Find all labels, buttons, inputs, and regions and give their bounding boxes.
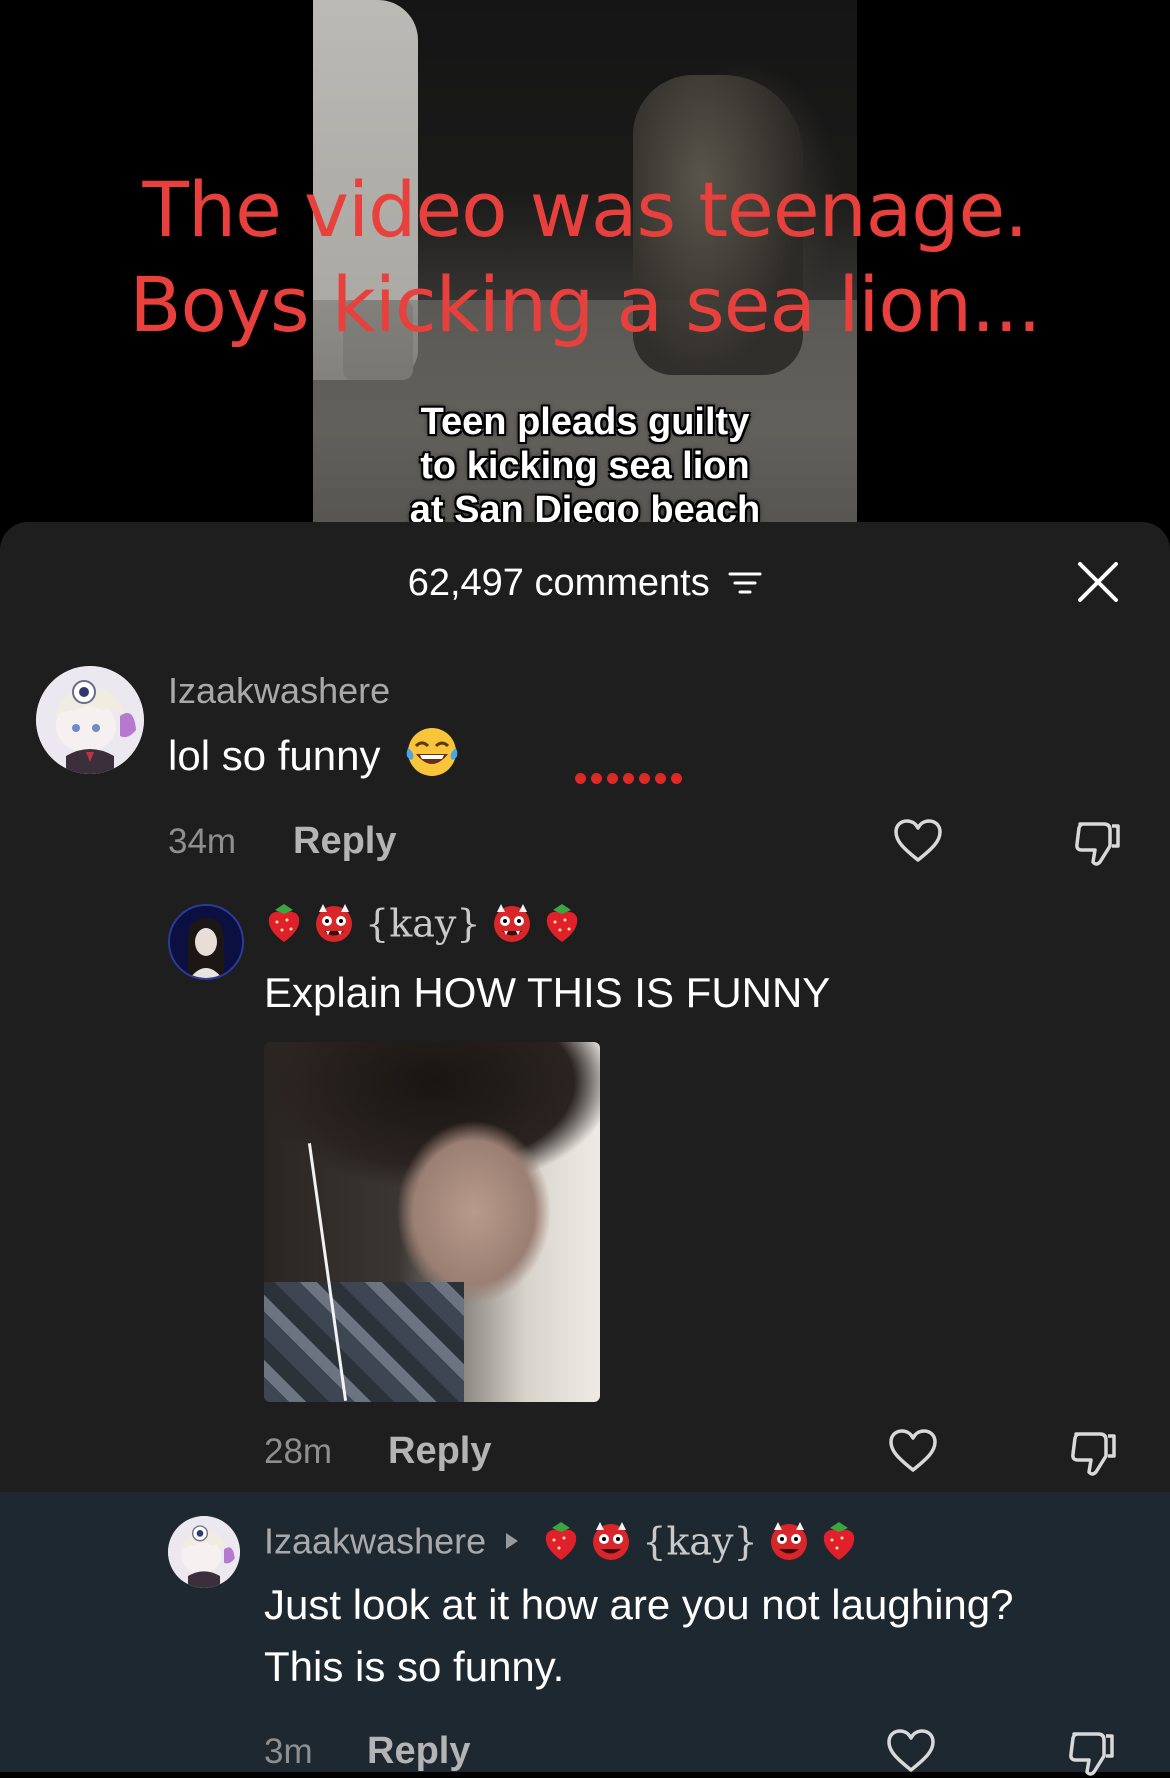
- comment-time: 3m: [264, 1732, 313, 1771]
- comment-username[interactable]: Izaakwashere: [168, 670, 390, 712]
- avatar[interactable]: [168, 1516, 240, 1588]
- caption-line: Teen pleads guilty: [420, 401, 750, 443]
- comment-attached-photo[interactable]: [264, 1042, 600, 1402]
- photo-shirt: [264, 1282, 464, 1402]
- strawberry-emoji: [268, 904, 300, 943]
- close-icon[interactable]: [1076, 560, 1120, 604]
- comment-username[interactable]: Izaakwashere {kay}: [264, 1518, 858, 1563]
- dislike-icon[interactable]: [1068, 1428, 1118, 1478]
- comment-username[interactable]: {kay}: [265, 900, 581, 945]
- ogre-emoji: [770, 1522, 807, 1561]
- username-text: {kay}: [365, 901, 481, 946]
- dot: [671, 773, 682, 784]
- comment-count: 62,497 comments: [0, 562, 1170, 606]
- dot: [623, 773, 634, 784]
- caption-line: to kicking sea lion: [420, 445, 750, 487]
- strawberry-emoji: [546, 904, 577, 943]
- filter-icon[interactable]: [728, 563, 762, 606]
- reply-to-username: {kay}: [642, 1519, 758, 1564]
- comments-header: 62,497 comments: [0, 522, 1170, 642]
- comment-text: Just look at it how are you not laughing…: [264, 1574, 1013, 1698]
- strawberry-emoji: [545, 1522, 577, 1561]
- comment-text-line: This is so funny.: [264, 1643, 565, 1690]
- dot: [591, 773, 602, 784]
- video-overlay-title: The video was teenage. Boys kicking a se…: [0, 162, 1170, 352]
- reply-button[interactable]: Reply: [293, 820, 396, 863]
- comment-time: 28m: [264, 1432, 333, 1471]
- ogre-emoji: [493, 904, 530, 943]
- dislike-icon[interactable]: [1072, 818, 1122, 868]
- overlay-title-line: The video was teenage.: [142, 165, 1029, 254]
- comment-text-content: lol so funny: [168, 732, 381, 779]
- ogre-emoji: [316, 904, 353, 943]
- avatar[interactable]: [36, 666, 144, 774]
- dot: [655, 773, 666, 784]
- comment-time: 34m: [168, 822, 237, 861]
- heart-icon[interactable]: [886, 1728, 936, 1774]
- username-text: Izaakwashere: [264, 1520, 487, 1562]
- comment-text: Explain HOW THIS IS FUNNY: [264, 969, 831, 1016]
- loading-dots: [575, 773, 682, 784]
- heart-icon[interactable]: [893, 818, 943, 864]
- dislike-icon[interactable]: [1066, 1728, 1116, 1778]
- comment-text: lol so funny: [168, 724, 460, 787]
- comment-count-label: 62,497 comments: [407, 562, 710, 604]
- reply-button[interactable]: Reply: [367, 1730, 470, 1773]
- video-player[interactable]: The video was teenage. Boys kicking a se…: [0, 0, 1170, 540]
- strawberry-emoji: [823, 1522, 854, 1561]
- dot: [607, 773, 618, 784]
- reply-button[interactable]: Reply: [388, 1430, 491, 1473]
- dot: [639, 773, 650, 784]
- play-arrow-icon: [506, 1533, 519, 1550]
- laughing-emoji: [406, 728, 458, 776]
- dot: [575, 773, 586, 784]
- heart-icon[interactable]: [888, 1428, 938, 1474]
- ogre-emoji: [593, 1522, 630, 1561]
- video-caption: Teen pleads guilty to kicking sea lion a…: [0, 400, 1170, 532]
- avatar[interactable]: [168, 904, 244, 980]
- comment-text-line: Just look at it how are you not laughing…: [264, 1581, 1014, 1628]
- overlay-title-line: Boys kicking a sea lion...: [129, 260, 1041, 349]
